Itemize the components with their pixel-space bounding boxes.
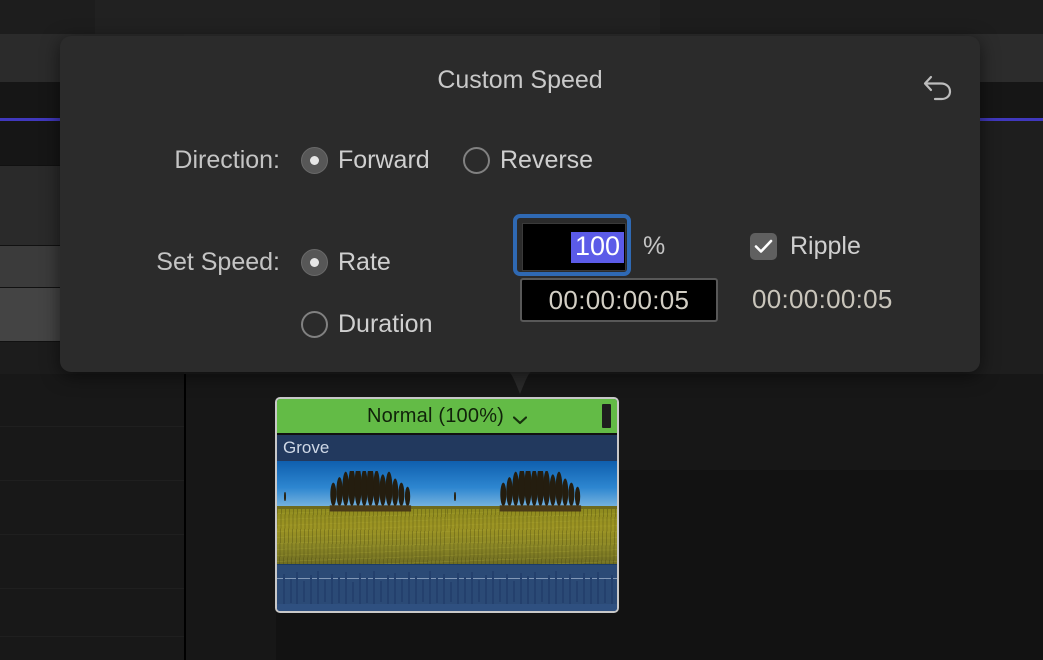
rate-input-value: 100 [571,232,624,263]
checkmark-icon [750,233,777,260]
radio-unselected-icon [463,147,490,174]
radio-set-speed-rate[interactable]: Rate [301,248,391,277]
thumbnail-small-tree [454,492,456,501]
timeline-band-line [0,426,184,427]
chevron-down-icon[interactable] [513,412,527,421]
page-title: Custom Speed [60,66,980,95]
duration-input-value: 00:00:00:05 [549,285,690,316]
waveform-bottom-strip [277,604,617,613]
thumbnail-small-tree [284,492,286,501]
radio-direction-reverse[interactable]: Reverse [463,146,593,175]
radio-direction-reverse-label: Reverse [500,146,593,175]
undo-arrow-icon[interactable] [918,68,958,108]
clip-name-bar: Grove [277,435,617,461]
ripple-checkbox[interactable]: Ripple [750,232,861,261]
rate-unit-label: % [643,232,665,261]
rate-input-focus-ring[interactable]: 100 [513,214,631,276]
duration-input[interactable]: 00:00:00:05 [520,278,718,322]
app-root: Normal (100%) Grove [0,0,1043,660]
set-speed-label: Set Speed: [80,248,280,277]
thumbnail-cypress-grove [498,471,586,512]
clip-name: Grove [283,438,329,458]
timeline-top-strip-inner [95,0,660,34]
rate-input[interactable]: 100 [522,223,626,271]
radio-selected-icon [301,249,328,276]
direction-label: Direction: [80,146,280,175]
thumbnail-cypress-grove [328,471,416,512]
radio-direction-forward[interactable]: Forward [301,146,430,175]
clip-thumbnails [277,461,617,564]
radio-set-speed-duration[interactable]: Duration [301,310,433,339]
radio-set-speed-rate-label: Rate [338,248,391,277]
radio-unselected-icon [301,311,328,338]
clip-thumbnail [277,461,447,564]
thumbnail-field-texture [277,507,447,564]
timeline-band-line [0,636,184,637]
clip-audio-waveform [277,564,617,613]
timeline-band-line [0,588,184,589]
radio-direction-forward-label: Forward [338,146,430,175]
timeline-clip[interactable]: Normal (100%) Grove [275,397,619,613]
radio-selected-icon [301,147,328,174]
timeline-band-line [0,534,184,535]
duration-readout: 00:00:00:05 [752,284,893,315]
clip-thumbnail [447,461,617,564]
radio-set-speed-duration-label: Duration [338,310,433,339]
retime-bar[interactable]: Normal (100%) [277,399,617,435]
thumbnail-field-texture [447,507,617,564]
timeline-lower-left [0,374,184,660]
popover-tail [494,370,546,396]
retime-label: Normal (100%) [367,405,504,428]
custom-speed-popover: Custom Speed Direction: Forward Reverse [60,36,980,372]
timeline-top-strip [0,0,1043,34]
timeline-band-line [0,480,184,481]
ripple-label: Ripple [790,232,861,261]
retime-handle[interactable] [602,404,611,428]
direction-row: Direction: Forward Reverse [60,138,980,188]
timeline-vertical-divider [184,374,186,660]
